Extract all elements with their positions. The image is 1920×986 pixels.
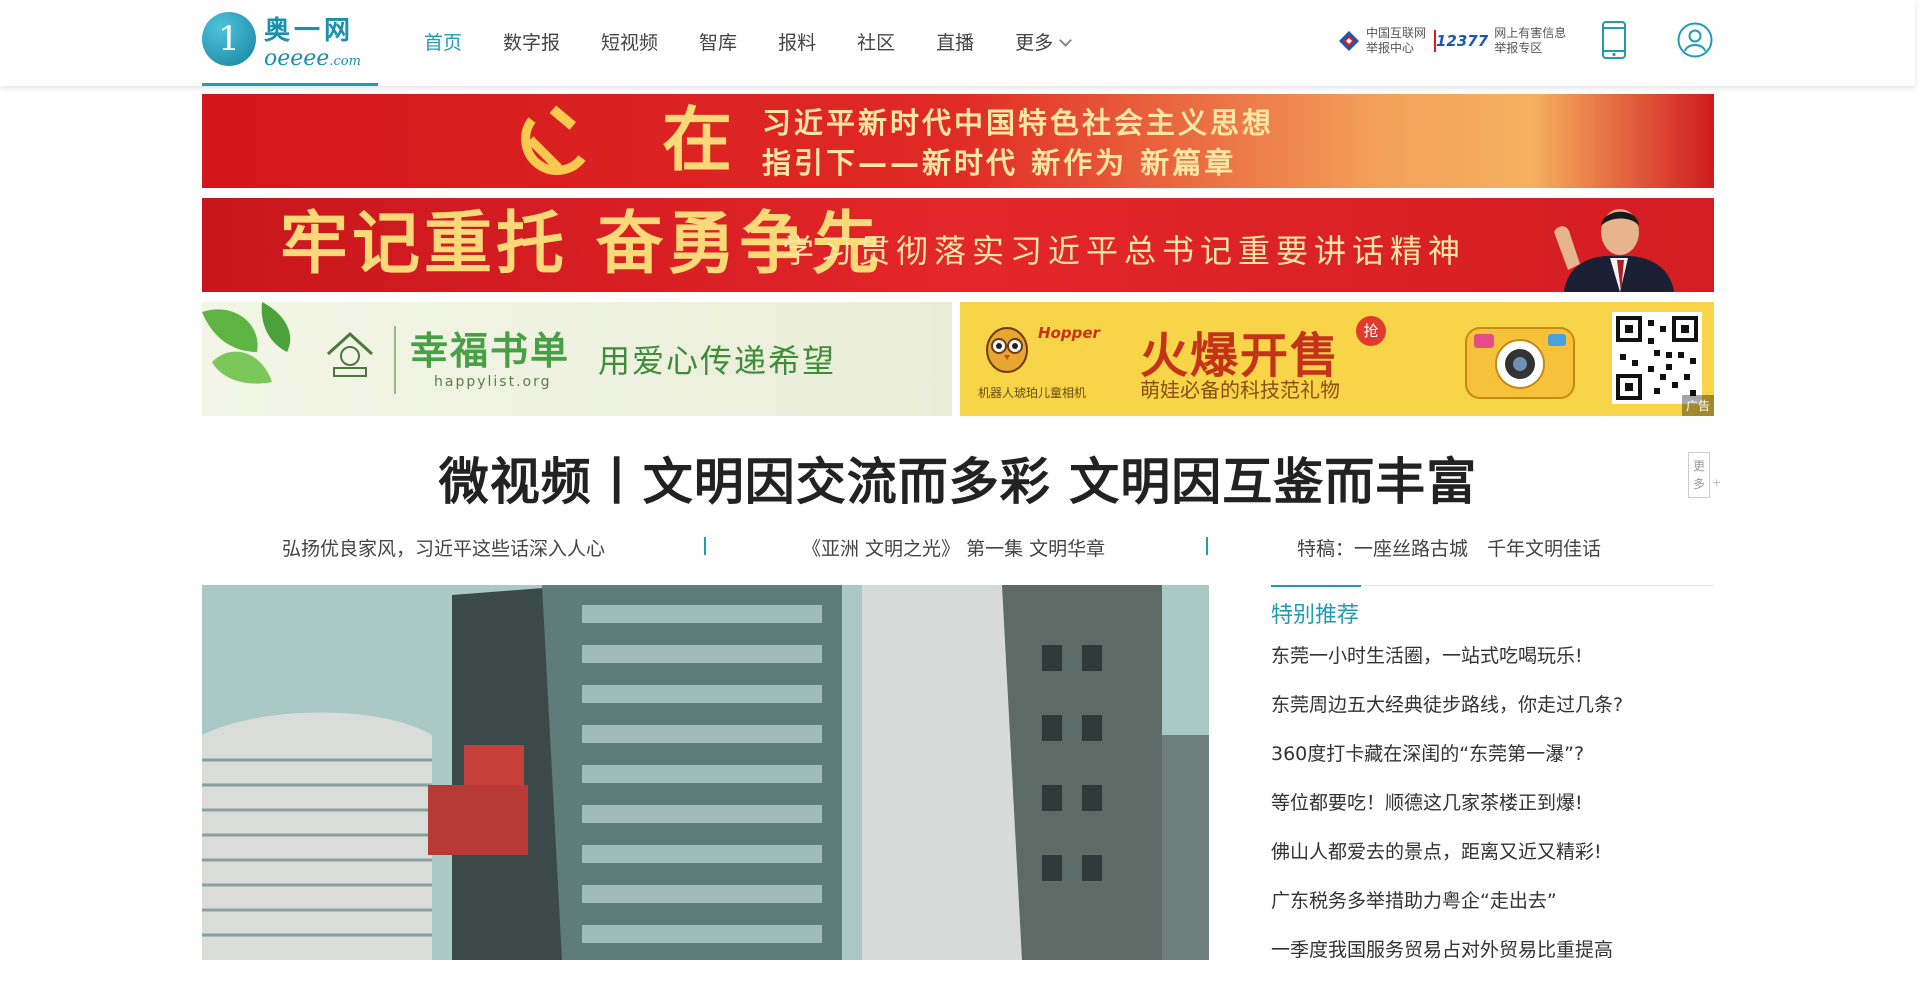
hopper-brand: Hopper [1038,324,1100,342]
recommend-item[interactable]: 佛山人都爱去的景点，距离又近又精彩! [1271,839,1714,888]
nav-live[interactable]: 直播 [936,28,974,55]
banner-new-era-big-char: 在 [662,98,732,181]
sub-headline-link[interactable]: 弘扬优良家风，习近平这些话深入人心 [282,534,605,561]
green-leaves-decoration [202,302,291,384]
sub-headlines: 弘扬优良家风，习近平这些话深入人心 《亚洲 文明之光》 第一集 文明华章 特稿：… [202,534,1714,560]
mobile-phone-icon[interactable] [1601,21,1627,59]
report-center-line1: 中国互联网 [1366,26,1427,40]
sub-headline-link[interactable]: 《亚洲 文明之光》 第一集 文明华章 [802,534,1105,561]
report-center-link[interactable]: 中国互联网 举报中心 [1338,26,1426,56]
more-headlines-button[interactable]: 更多 [1688,452,1710,498]
report-center-line2: 举报中心 [1366,41,1415,55]
more-plus-icon[interactable]: + [1712,476,1721,489]
chevron-down-icon [1059,34,1072,47]
banner-new-era-line1: 习近平新时代中国特色社会主义思想 [762,106,1275,140]
logo-mark-icon: 1 [202,12,256,66]
happy-list-title: 幸福书单 [410,329,571,373]
site-header: 1 奥一网 oeeee.com 首页 数字报 短视频 智库 报料 社区 直播 更… [0,0,1915,86]
banner-new-era-line2: 指引下——新时代 新作为 新篇章 [762,146,1237,180]
site-logo[interactable]: 1 奥一网 oeeee.com [202,8,378,80]
harmful-info-report-link[interactable]: 12377 网上有害信息 举报专区 [1436,26,1566,56]
happy-list-url: happylist.org [434,374,552,390]
panel-accent-bar [1271,585,1361,587]
main-nav: 首页 数字报 短视频 智库 报料 社区 直播 更多 [424,28,1111,55]
recommend-item[interactable]: 广东税务多举措助力粤企“走出去” [1271,888,1714,937]
banner-hopper-camera-ad[interactable]: Hopper 机器人琥珀儿童相机 火爆开售 抢 萌娃必备的科技范礼物 广告 [960,302,1714,416]
panel-title: 特别推荐 [1271,603,1360,628]
recommend-list: 东莞一小时生活圈，一站式吃喝玩乐! 东莞周边五大经典徒步路线，你走过几条? 36… [1271,643,1714,986]
hopper-product-name: 机器人琥珀儿童相机 [978,386,1087,400]
logo-en-text: oeeee.com [264,46,361,71]
leader-portrait-image [1554,209,1674,292]
logo-underline [202,83,378,86]
qr-code-image [1612,312,1702,404]
recommend-item[interactable]: 东莞周边五大经典徒步路线，你走过几条? [1271,692,1714,741]
happy-list-logo-icon [326,331,374,377]
banner-remember-trust-text: 学习贯彻落实习近平总书记重要讲话精神 [782,232,1467,270]
banner-new-era[interactable]: 在 习近平新时代中国特色社会主义思想 指引下——新时代 新作为 新篇章 [202,94,1714,188]
nav-digital-paper[interactable]: 数字报 [503,28,560,55]
recommend-item[interactable]: 360度打卡藏在深闺的“东莞第一瀑”? [1271,741,1714,790]
sub-headline-link[interactable]: 特稿：一座丝路古城 千年文明佳话 [1297,534,1601,561]
top-headline[interactable]: 微视频丨文明因交流而多彩 文明因互鉴而丰富 [202,442,1714,514]
hammer-sickle-icon [521,105,586,175]
nav-tipoff[interactable]: 报料 [778,28,816,55]
kids-camera-image [1465,327,1575,399]
nav-home[interactable]: 首页 [424,28,462,55]
happy-list-divider [394,326,396,394]
nav-more-label: 更多 [1015,32,1054,54]
user-account-icon[interactable] [1677,22,1713,58]
sub-headline-divider [704,537,706,555]
hopper-ad-slogan: 萌娃必备的科技范礼物 [1140,378,1340,402]
report-12377-mark: 12377 [1436,32,1489,50]
harmful-report-line1: 网上有害信息 [1494,26,1567,40]
harmful-report-line2: 举报专区 [1494,41,1543,55]
report-center-icon [1339,31,1359,51]
city-buildings-image [202,585,1209,960]
nav-short-video[interactable]: 短视频 [601,28,658,55]
logo-cn-text: 奥一网 [264,16,355,46]
nav-think-tank[interactable]: 智库 [699,28,737,55]
ad-label: 广告 [1681,395,1714,416]
nav-community[interactable]: 社区 [857,28,895,55]
banner-happy-list[interactable]: 幸福书单 happylist.org 用爱心传递希望 [202,302,952,416]
recommend-item[interactable]: 等位都要吃！顺德这几家茶楼正到爆! [1271,790,1714,839]
sub-headline-divider [1206,537,1208,555]
recommend-item[interactable]: 东莞一小时生活圈，一站式吃喝玩乐! [1271,643,1714,692]
featured-photo[interactable] [202,585,1209,960]
nav-more[interactable]: 更多 [1015,28,1072,55]
owl-mascot-icon [986,327,1028,373]
banner-remember-trust[interactable]: 牢记重托 奋勇争先 学习贯彻落实习近平总书记重要讲话精神 [202,198,1714,292]
recommend-item[interactable]: 一季度我国服务贸易占对外贸易比重提高 [1271,937,1714,986]
happy-list-slogan: 用爱心传递希望 [598,342,837,380]
grab-badge: 抢 [1356,316,1386,346]
